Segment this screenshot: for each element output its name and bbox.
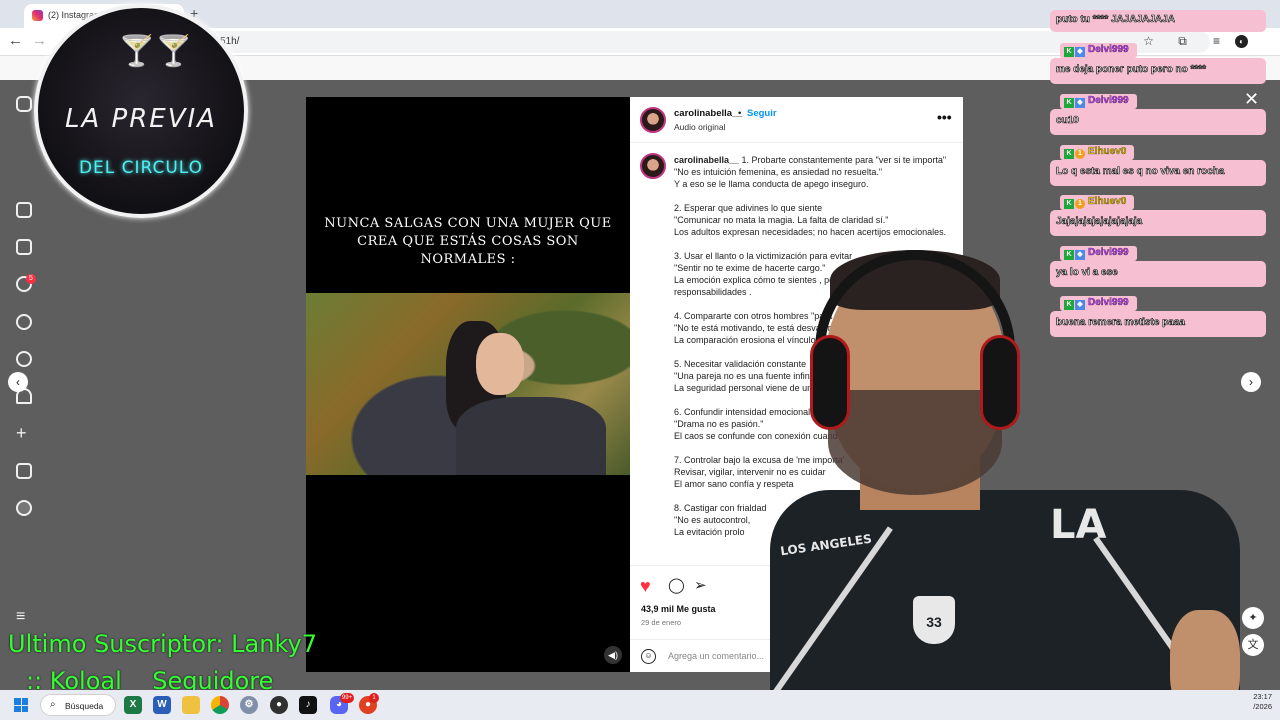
discord-badge: 99+ xyxy=(340,693,354,703)
windows-taskbar: ⌕ Búsqueda X W ⚙ ● ♪ ◕ 99+ ● 1 23:17 /20… xyxy=(0,690,1280,720)
kick-badge-icon: K xyxy=(1064,199,1074,209)
sub-badge-icon: ◆ xyxy=(1075,47,1085,57)
stream-chat: puto tu **** JAJAJAJAJA K ◆ Delvi999 me de… xyxy=(1050,0,1266,340)
kick-badge-icon: K xyxy=(1064,300,1074,310)
kick-badge-icon: K xyxy=(1064,149,1074,159)
search-icon[interactable] xyxy=(16,314,32,330)
reels-icon[interactable] xyxy=(16,239,32,255)
kick-badge-icon: K xyxy=(1064,47,1074,57)
chat-message: me deja poner puto pero no **** xyxy=(1050,58,1266,84)
instagram-favicon-icon xyxy=(32,10,43,21)
emoji-icon[interactable]: ☺ xyxy=(641,649,656,664)
caption-avatar[interactable] xyxy=(640,153,666,179)
chat-username-tag: K ◆ Delvi999 xyxy=(1060,43,1137,58)
gift-badge-icon: 1 xyxy=(1075,149,1085,159)
post-header: carolinabella__ • Seguir Audio original … xyxy=(630,97,963,143)
streamer-jersey xyxy=(770,490,1240,720)
wine-glasses-icon: 🍸🍸 xyxy=(118,35,193,68)
chat-username-tag: K 1 Elhuev0 xyxy=(1060,195,1135,210)
streamer-beard xyxy=(828,390,1002,495)
chat-message: buena remera metiste paaa xyxy=(1050,311,1266,337)
jersey-badge: 33 xyxy=(913,596,955,644)
taskbar-search[interactable]: ⌕ Búsqueda xyxy=(40,694,116,716)
sub-badge-icon: ◆ xyxy=(1075,250,1085,260)
more-options-icon[interactable]: ••• xyxy=(937,109,952,125)
chrome-icon[interactable] xyxy=(211,696,229,714)
search-label: Búsqueda xyxy=(65,701,104,711)
explore-icon[interactable] xyxy=(16,351,32,367)
search-icon: ⌕ xyxy=(50,699,56,710)
photo-sweater xyxy=(456,397,606,475)
clock-time: 23:17 xyxy=(1253,692,1272,701)
like-heart-icon[interactable]: ♥ xyxy=(640,576,651,597)
gift-badge-icon: 1 xyxy=(1075,199,1085,209)
media-overlay-text: NUNCA SALGAS CON UNA MUJER QUE CREA QUE … xyxy=(324,216,612,267)
chat-username-tag: K 1 Elhuev0 xyxy=(1060,145,1135,160)
translate-icon[interactable]: 文 xyxy=(1242,634,1264,656)
photo-face xyxy=(476,333,524,395)
logo-subtitle: DEL CIRCULO xyxy=(78,158,204,178)
sparkle-icon[interactable]: ✦ xyxy=(1242,607,1264,629)
profile-icon[interactable] xyxy=(16,500,32,516)
forward-button[interactable]: → xyxy=(32,32,47,49)
sub-badge-icon: ◆ xyxy=(1075,300,1085,310)
caption-username[interactable]: carolinabella__ xyxy=(674,155,739,165)
more-menu-icon[interactable]: ≡ xyxy=(16,609,32,626)
stream-logo: 🍸🍸 LA PREVIA DEL CIRCULO xyxy=(34,4,248,218)
volume-icon[interactable]: ◀) xyxy=(604,646,622,664)
windows-start-icon[interactable] xyxy=(14,698,28,712)
chat-message: ya lo vi a ese xyxy=(1050,261,1266,287)
kick-badge-icon: K xyxy=(1064,98,1074,108)
clock-date: /2026 xyxy=(1253,702,1272,711)
file-explorer-icon[interactable] xyxy=(182,696,200,714)
follow-button[interactable]: Seguir xyxy=(747,108,777,119)
sub-badge-icon: ◆ xyxy=(1075,98,1085,108)
word-icon[interactable]: W xyxy=(153,696,171,714)
create-plus-icon[interactable]: + xyxy=(16,424,32,442)
app-badge: 1 xyxy=(369,693,379,703)
tiktok-icon[interactable]: ♪ xyxy=(299,696,317,714)
dashboard-icon[interactable] xyxy=(16,463,32,479)
chat-username-tag: K ◆ Delvi999 xyxy=(1060,296,1137,311)
chat-username-tag: K ◆ Delvi999 xyxy=(1060,246,1137,261)
chat-message: Lo q esta mal es q no viva en rocha xyxy=(1050,160,1266,186)
home-icon[interactable] xyxy=(16,202,32,218)
settings-gear-icon[interactable]: ⚙ xyxy=(240,696,258,714)
chat-message: Jajajajajajajajajaja xyxy=(1050,210,1266,236)
instagram-logo-icon[interactable] xyxy=(16,96,32,112)
jersey-la: LA xyxy=(1050,502,1107,548)
chat-message: puto tu **** JAJAJAJAJA xyxy=(1050,10,1266,32)
last-subscriber-text: Ultimo Suscriptor: Lanky7 xyxy=(8,630,317,658)
logo-title: LA PREVIA xyxy=(65,104,217,134)
separator-dot: • xyxy=(738,108,742,119)
kick-badge-icon: K xyxy=(1064,250,1074,260)
prev-post-arrow[interactable]: ‹ xyxy=(8,372,28,392)
excel-icon[interactable]: X xyxy=(124,696,142,714)
headset-earcup-right xyxy=(980,335,1020,430)
system-clock[interactable]: 23:17 /2026 xyxy=(1236,692,1272,712)
obs-icon[interactable]: ● xyxy=(270,696,288,714)
next-post-arrow[interactable]: › xyxy=(1241,372,1261,392)
post-username[interactable]: carolinabella__ xyxy=(674,108,743,119)
chat-message: cu10 xyxy=(1050,109,1266,135)
back-button[interactable]: ← xyxy=(8,32,23,49)
chat-username-tag: K ◆ Delvi999 xyxy=(1060,94,1137,109)
messages-badge: 5 xyxy=(26,274,36,284)
headset-earcup-left xyxy=(810,335,850,430)
author-avatar[interactable] xyxy=(640,107,666,133)
post-media[interactable]: NUNCA SALGAS CON UNA MUJER QUE CREA QUE … xyxy=(306,97,630,672)
audio-label[interactable]: Audio original xyxy=(674,122,726,132)
address-bar[interactable]: 51h/ xyxy=(70,31,1210,53)
